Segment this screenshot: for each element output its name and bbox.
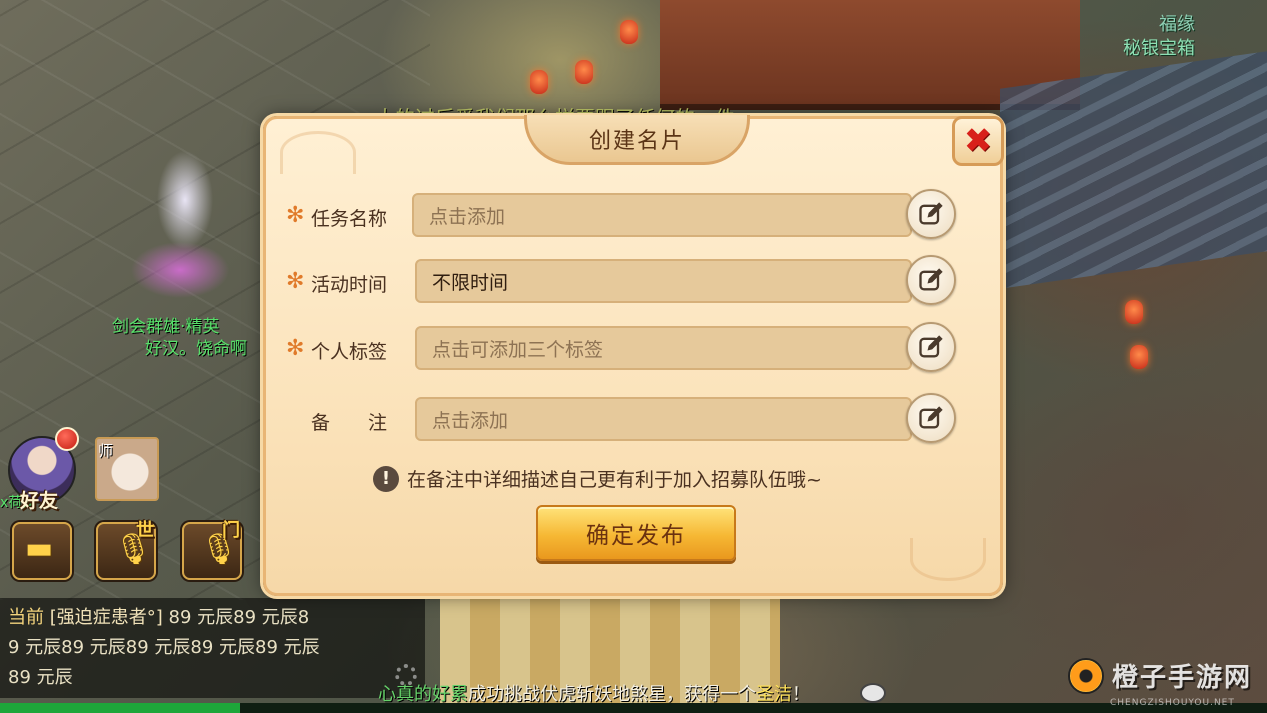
pencil-edit-icon (919, 406, 943, 429)
activity-time-label: 活动时间 (311, 274, 388, 296)
form-row-activity-time: ✻ 活动时间 不限时间 (284, 255, 964, 307)
activity-time-field[interactable]: 不限时间 (415, 259, 912, 303)
notification-dot (55, 427, 79, 451)
personal-tags-edit-button[interactable] (906, 322, 956, 372)
close-icon: ✖ (963, 121, 993, 161)
chat-line: 89 元辰 (8, 663, 73, 689)
task-name-label: 任务名称 (311, 208, 388, 230)
sect-voice-button[interactable]: 🎙 门 (182, 520, 242, 580)
confirm-publish-button[interactable]: 确定发布 (536, 505, 736, 561)
create-card-dialog: 创建名片 ✖ ✻ 任务名称 点击添加 ✻ 活动时间 不限时间 ✻ 个人标签 点击… (263, 115, 1004, 596)
remarks-field[interactable]: 点击添加 (415, 397, 912, 441)
required-asterisk-icon: ✻ (286, 203, 305, 228)
hint-text: 在备注中详细描述自己更有利于加入招募队伍哦~ (407, 469, 822, 491)
npc-speech: 好汉。饶命啊 (145, 339, 247, 359)
player-character[interactable] (120, 130, 250, 310)
publish-label: 确定发布 (586, 523, 686, 549)
experience-bar-fill (0, 703, 240, 713)
lantern-icon (530, 70, 548, 94)
exclamation-info-icon: ! (373, 465, 399, 492)
remarks-label: 备 注 (311, 412, 388, 434)
form-row-remarks: 备 注 点击添加 (284, 393, 964, 445)
pencil-edit-icon (919, 268, 943, 291)
chat-message: 89 元辰89 元辰8 (168, 607, 310, 628)
chat-line: 当前 [强迫症患者°] 89 元辰89 元辰8 (8, 603, 309, 629)
remarks-hint: ! 在备注中详细描述自己更有利于加入招募队伍哦~ (373, 465, 822, 492)
broadcast-player[interactable]: 心真的好累 (378, 684, 468, 705)
task-name-edit-button[interactable] (906, 189, 956, 239)
watermark-title: 橙子手游网 (1112, 663, 1253, 693)
chat-bubble-icon: ▬ (25, 531, 54, 566)
form-row-task-name: ✻ 任务名称 点击添加 (284, 189, 964, 241)
lantern-icon (1130, 345, 1148, 369)
world-voice-button[interactable]: 🎙 世 (96, 520, 156, 580)
emoji-icon[interactable] (860, 683, 886, 703)
form-row-personal-tags: ✻ 个人标签 点击可添加三个标签 (284, 322, 964, 374)
required-asterisk-icon: ✻ (286, 269, 305, 294)
activity-time-edit-button[interactable] (906, 255, 956, 305)
chat-player-name[interactable]: [强迫症患者°] (50, 607, 163, 628)
tiled-roof (1000, 51, 1267, 289)
task-name-field[interactable]: 点击添加 (412, 193, 912, 237)
site-watermark: 橙子手游网 (1068, 657, 1252, 694)
npc-name-fuyuan[interactable]: 福缘 (1159, 10, 1195, 36)
personal-tags-field[interactable]: 点击可添加三个标签 (415, 326, 912, 370)
required-asterisk-icon: ✻ (286, 336, 305, 361)
master-label: 师 (98, 442, 114, 460)
sect-channel-label: 门 (222, 520, 240, 541)
chat-message: 89 元辰 (8, 667, 73, 688)
remarks-edit-button[interactable] (906, 393, 956, 443)
close-button[interactable]: ✖ (952, 116, 1004, 166)
experience-bar (0, 703, 1267, 713)
pencil-edit-icon (919, 202, 943, 225)
dialog-title-tab: 创建名片 (524, 115, 750, 165)
personal-tags-label: 个人标签 (311, 341, 388, 363)
world-channel-label: 世 (136, 520, 154, 541)
chat-message: 9 元辰89 元辰89 元辰89 元辰89 元辰 (8, 637, 320, 658)
dialog-title: 创建名片 (588, 128, 685, 154)
broadcast-end: ！ (792, 684, 810, 705)
chat-channel-tag: 当前 (8, 607, 44, 628)
friend-label: 好友 (20, 490, 59, 512)
chat-button[interactable]: ▬ (12, 522, 72, 580)
chat-line: 9 元辰89 元辰89 元辰89 元辰89 元辰 (8, 633, 320, 659)
chat-panel[interactable]: 当前 [强迫症患者°] 89 元辰89 元辰8 9 元辰89 元辰89 元辰89… (0, 598, 425, 698)
broadcast-text: 成功挑战伏虎斩妖地煞星，获得一个 (468, 684, 756, 705)
lantern-icon (1125, 300, 1143, 324)
watermark-domain: CHENGZISHOUYOU.NET (1110, 698, 1235, 708)
lantern-icon (575, 60, 593, 84)
broadcast-item[interactable]: 圣洁 (756, 684, 792, 705)
orange-logo-icon (1068, 657, 1104, 694)
pencil-edit-icon (919, 335, 943, 358)
treasure-chest-label[interactable]: 秘银宝箱 (1123, 34, 1195, 60)
lantern-icon (620, 20, 638, 44)
